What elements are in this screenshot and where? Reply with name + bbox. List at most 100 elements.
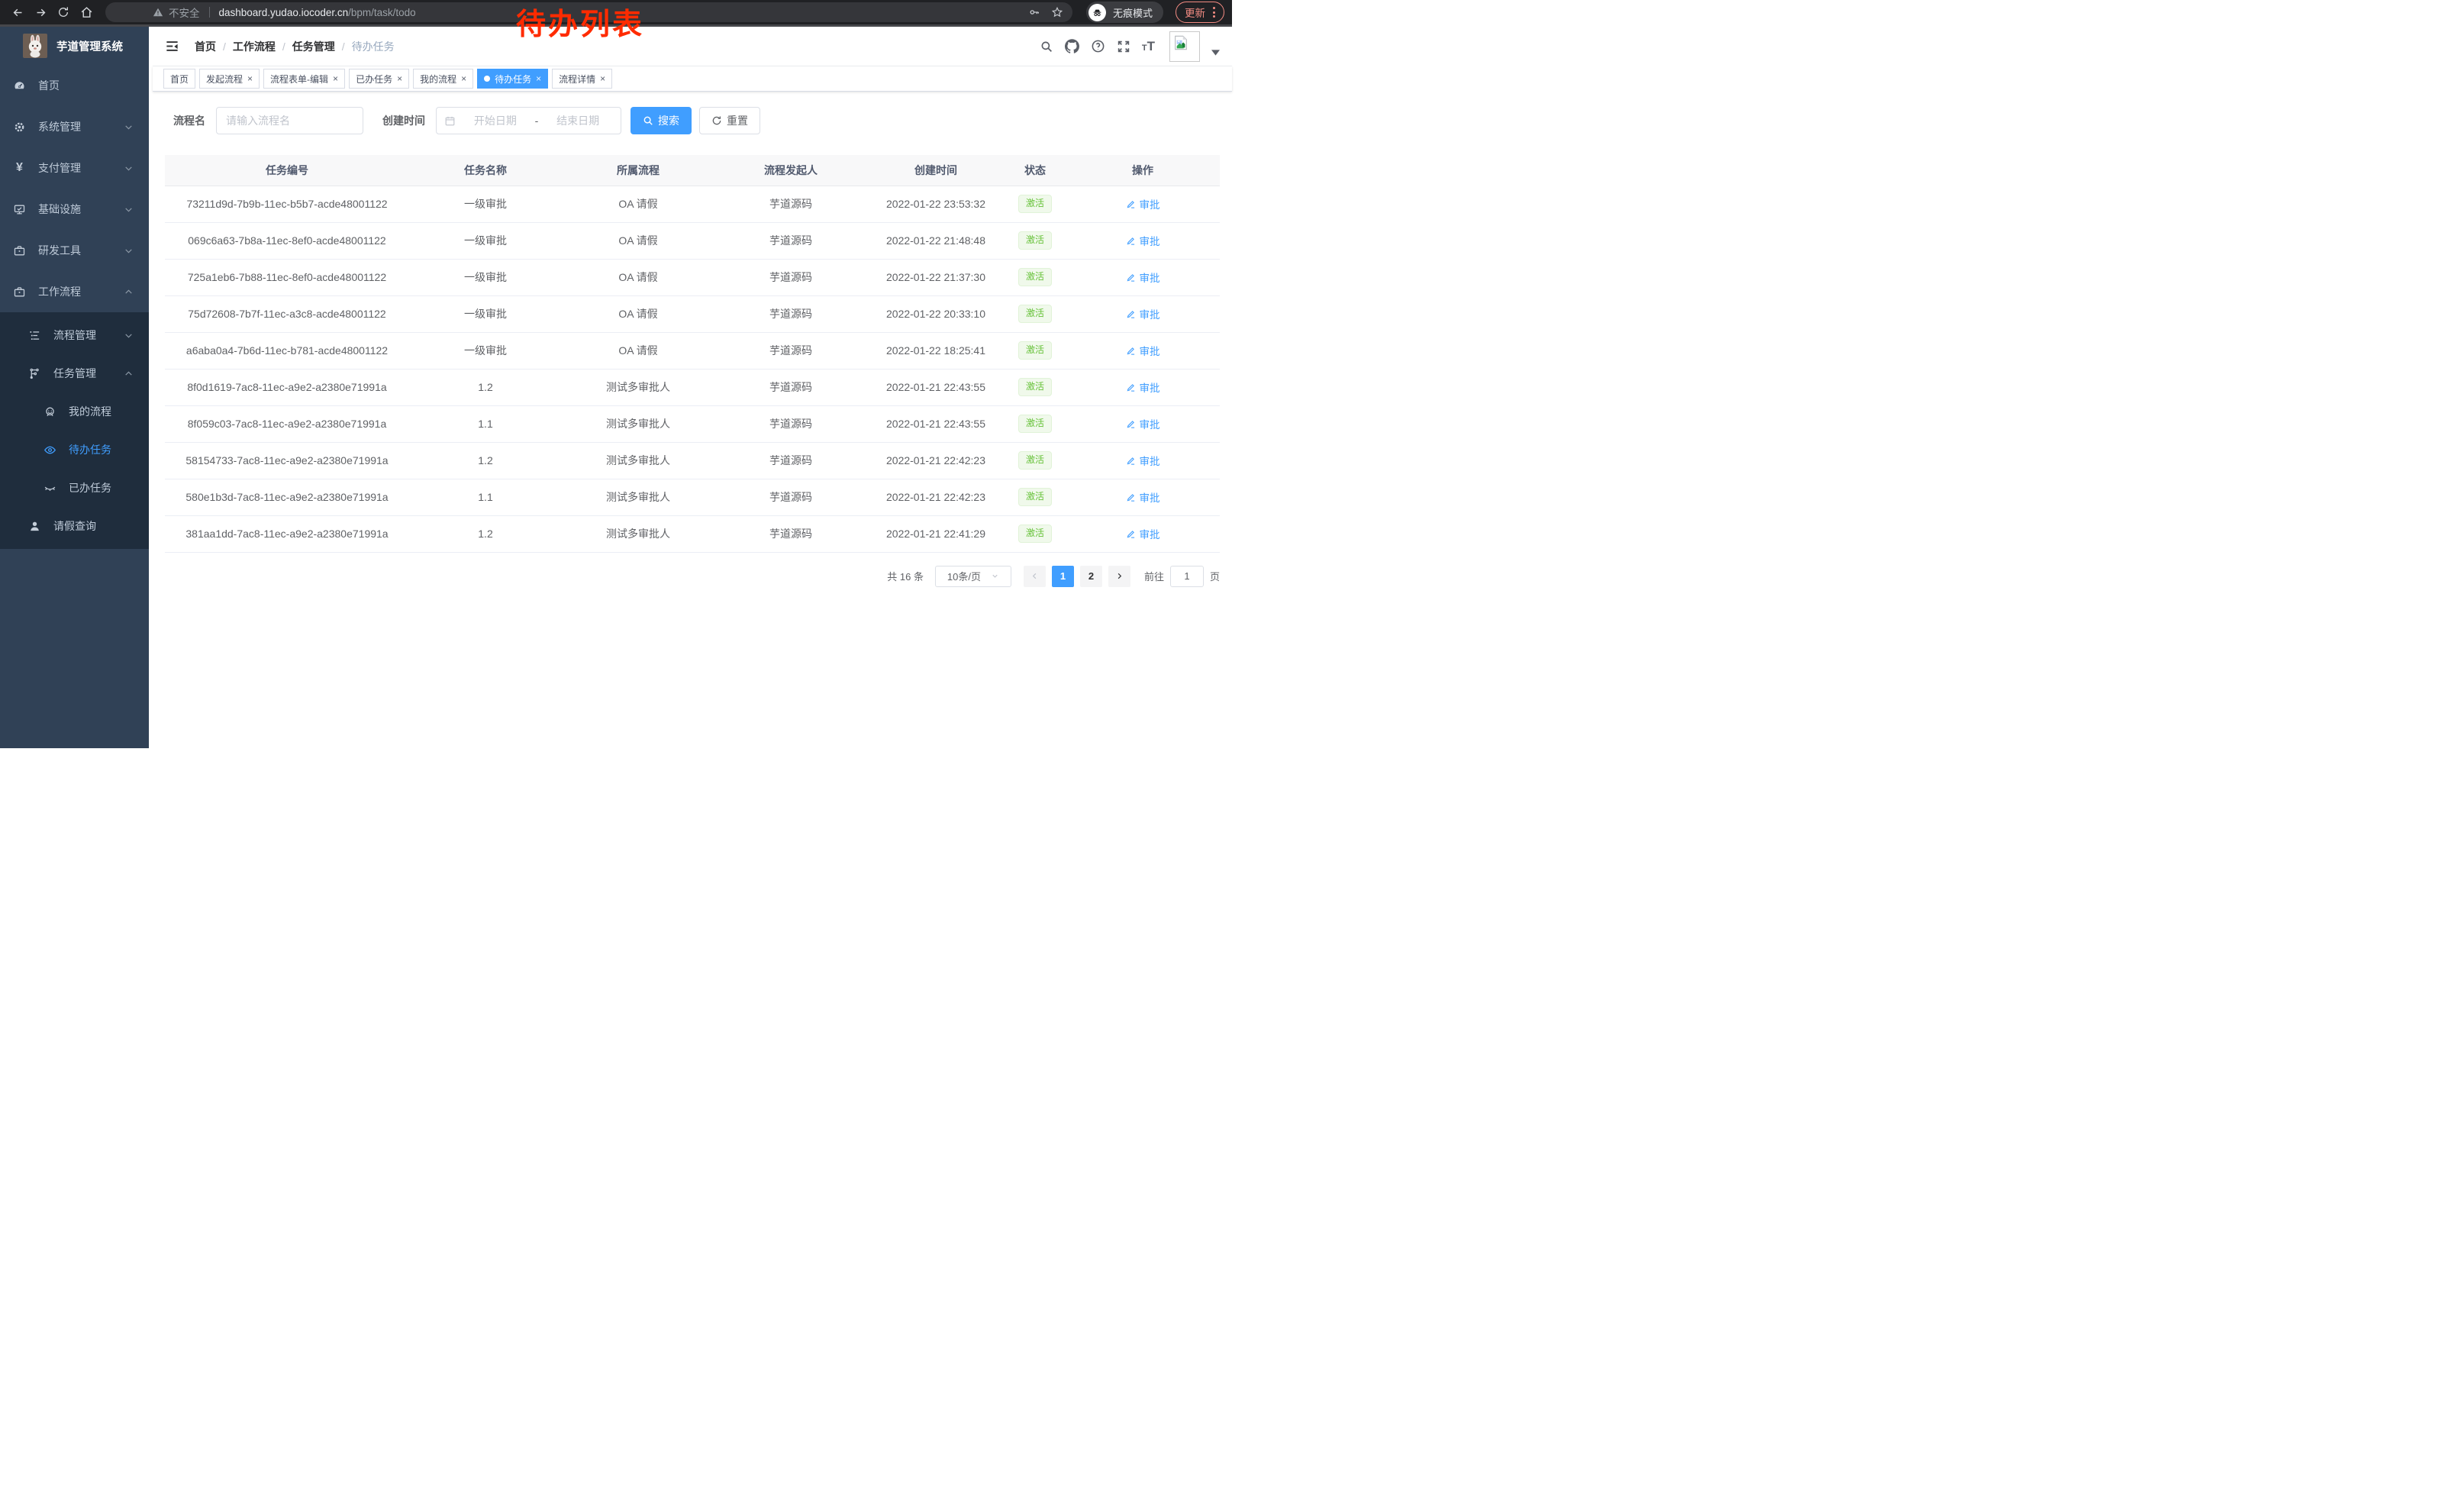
start-date-placeholder[interactable]: 开始日期 [460, 113, 531, 128]
sidebar-item-流程管理[interactable]: 流程管理 [0, 316, 149, 354]
cell-task-name: 1.2 [409, 369, 562, 405]
yen-icon: ¥ [13, 162, 26, 175]
cell-task-id: 75d72608-7b7f-11ec-a3c8-acde48001122 [165, 295, 409, 332]
breadcrumb-task-mgmt[interactable]: 任务管理 [292, 39, 335, 54]
goto-page-input[interactable] [1170, 566, 1204, 587]
end-date-placeholder[interactable]: 结束日期 [543, 113, 613, 128]
close-icon[interactable]: × [333, 74, 338, 83]
next-page-button[interactable] [1108, 566, 1130, 587]
sidebar-item-请假查询[interactable]: 请假查询 [0, 507, 149, 545]
approve-button[interactable]: 审批 [1126, 306, 1160, 321]
approve-button[interactable]: 审批 [1126, 379, 1160, 395]
cell-task-name: 1.2 [409, 515, 562, 552]
sidebar-item-待办任务[interactable]: 待办任务 [0, 431, 149, 469]
browser-back-button[interactable] [8, 2, 27, 22]
filter-form: 流程名 创建时间 开始日期 - 结束日期 搜索 [173, 107, 1220, 134]
approve-button[interactable]: 审批 [1126, 489, 1160, 505]
close-icon[interactable]: × [247, 74, 253, 83]
browser-reload-button[interactable] [53, 2, 73, 22]
avatar[interactable] [1169, 31, 1200, 62]
table-row: 381aa1dd-7ac8-11ec-a9e2-a2380e71991a1.2测… [165, 515, 1220, 552]
tab-流程表单-编辑[interactable]: 流程表单-编辑× [263, 69, 345, 89]
column-header-创建时间: 创建时间 [867, 155, 1005, 186]
breadcrumb-home[interactable]: 首页 [195, 39, 216, 54]
sidebar-item-已办任务[interactable]: 已办任务 [0, 469, 149, 507]
fullscreen-icon[interactable] [1117, 40, 1130, 53]
cell-created: 2022-01-22 21:48:48 [867, 222, 1005, 259]
warning-icon [153, 7, 163, 18]
close-icon[interactable]: × [600, 74, 605, 83]
chevron-up-icon [124, 287, 134, 297]
sidebar-collapse-icon[interactable] [165, 39, 179, 53]
reset-button[interactable]: 重置 [699, 107, 760, 134]
avatar-caret-icon[interactable] [1211, 50, 1220, 56]
approve-button[interactable]: 审批 [1126, 416, 1160, 431]
approve-button[interactable]: 审批 [1126, 270, 1160, 285]
security-chip[interactable]: 不安全 [153, 5, 200, 20]
breadcrumb: 首页 / 工作流程 / 任务管理 / 待办任务 [195, 39, 395, 54]
browser-home-button[interactable] [76, 2, 96, 22]
close-icon[interactable]: × [461, 74, 466, 83]
browser-menu-icon[interactable] [1213, 7, 1215, 18]
tab-已办任务[interactable]: 已办任务× [349, 69, 409, 89]
app-logo-row[interactable]: 芋道管理系统 [0, 27, 149, 65]
sidebar-item-label: 任务管理 [53, 366, 124, 381]
search-icon[interactable] [1040, 40, 1053, 53]
table-row: a6aba0a4-7b6d-11ec-b781-acde48001122一级审批… [165, 332, 1220, 369]
approve-button[interactable]: 审批 [1126, 343, 1160, 358]
tab-发起流程[interactable]: 发起流程× [199, 69, 260, 89]
breadcrumb-workflow[interactable]: 工作流程 [233, 39, 276, 54]
cell-task-name: 一级审批 [409, 186, 562, 222]
omnibox-divider [209, 7, 210, 18]
browser-update-button[interactable]: 更新 [1176, 2, 1224, 23]
tree-list-icon [28, 329, 41, 342]
cell-process: 测试多审批人 [562, 369, 714, 405]
cell-starter: 芋道源码 [714, 186, 867, 222]
cell-process: OA 请假 [562, 186, 714, 222]
approve-button[interactable]: 审批 [1126, 196, 1160, 211]
prev-page-button[interactable] [1024, 566, 1046, 587]
cell-starter: 芋道源码 [714, 442, 867, 479]
chevron-down-icon [124, 205, 134, 215]
sidebar-item-基础设施[interactable]: 基础设施 [0, 189, 149, 230]
font-size-icon[interactable]: TT [1142, 40, 1155, 53]
page-button-2[interactable]: 2 [1080, 566, 1102, 587]
tab-流程详情[interactable]: 流程详情× [552, 69, 612, 89]
help-icon[interactable] [1091, 39, 1105, 53]
github-icon[interactable] [1065, 39, 1079, 53]
tab-我的流程[interactable]: 我的流程× [413, 69, 473, 89]
approve-button[interactable]: 审批 [1126, 526, 1160, 541]
close-icon[interactable]: × [536, 74, 541, 83]
sidebar-item-首页[interactable]: 首页 [0, 65, 149, 106]
sidebar-item-label: 系统管理 [38, 119, 124, 134]
tab-待办任务[interactable]: 待办任务× [477, 69, 548, 89]
tab-首页[interactable]: 首页 [163, 69, 195, 89]
browser-forward-button[interactable] [31, 2, 50, 22]
bookmark-star-icon[interactable] [1051, 6, 1063, 18]
search-button[interactable]: 搜索 [631, 107, 692, 134]
cell-created: 2022-01-22 20:33:10 [867, 295, 1005, 332]
sidebar-item-label: 待办任务 [69, 442, 149, 457]
approve-button[interactable]: 审批 [1126, 453, 1160, 468]
process-name-input[interactable] [216, 107, 363, 134]
table-row: 069c6a63-7b8a-11ec-8ef0-acde48001122一级审批… [165, 222, 1220, 259]
sidebar-item-支付管理[interactable]: ¥支付管理 [0, 147, 149, 189]
sidebar-item-研发工具[interactable]: 研发工具 [0, 230, 149, 271]
active-tab-dot [484, 76, 490, 82]
page-size-select[interactable]: 10条/页 [935, 566, 1011, 587]
page-button-1[interactable]: 1 [1052, 566, 1074, 587]
cell-process: 测试多审批人 [562, 405, 714, 442]
sidebar-item-我的流程[interactable]: 我的流程 [0, 392, 149, 431]
chevron-up-icon [124, 369, 134, 379]
column-header-任务编号: 任务编号 [165, 155, 409, 186]
robot-icon [44, 405, 56, 418]
date-range-picker[interactable]: 开始日期 - 结束日期 [436, 107, 621, 134]
approve-button[interactable]: 审批 [1126, 233, 1160, 248]
address-bar[interactable]: 不安全 dashboard.yudao.iocoder.cn/bpm/task/… [105, 2, 1072, 22]
sidebar-item-工作流程[interactable]: 工作流程 [0, 271, 149, 312]
sidebar-item-任务管理[interactable]: 任务管理 [0, 354, 149, 392]
close-icon[interactable]: × [397, 74, 402, 83]
cell-created: 2022-01-22 18:25:41 [867, 332, 1005, 369]
password-key-icon[interactable] [1028, 6, 1040, 18]
sidebar-item-系统管理[interactable]: 系统管理 [0, 106, 149, 147]
